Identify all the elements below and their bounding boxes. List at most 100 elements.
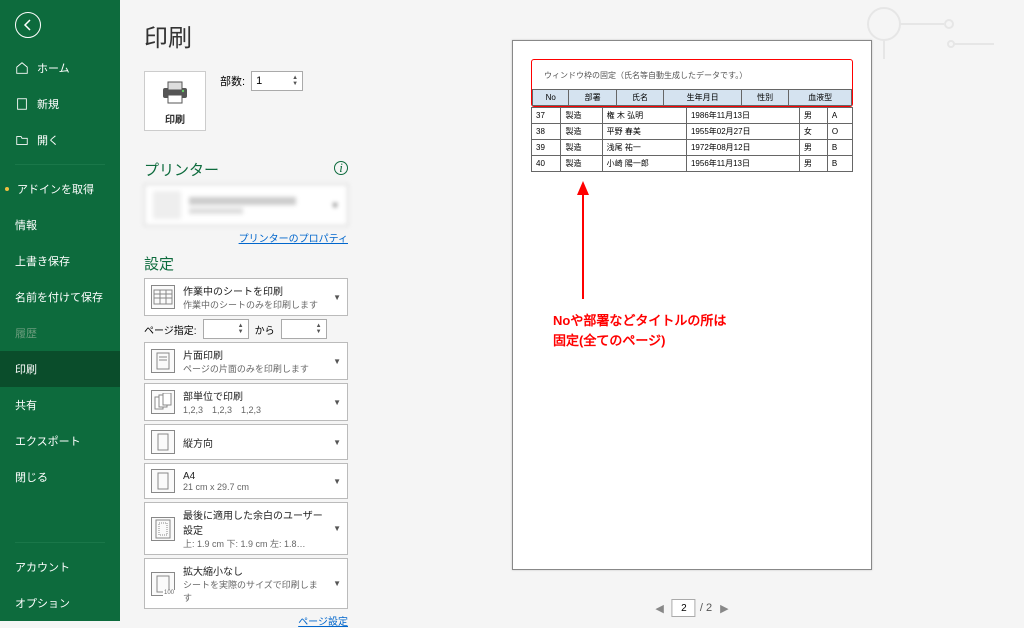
sidebar-item-info[interactable]: 情報 (0, 207, 120, 243)
preview-header-cell: 生年月日 (664, 90, 742, 106)
settings-heading: 設定 (144, 253, 348, 274)
preview-table-body: 37製造権 木 弘明1986年11月13日男A38製造平野 春美1955年02月… (531, 107, 853, 172)
table-cell: A (827, 108, 852, 124)
copies-label: 部数: (220, 73, 245, 89)
sidebar-saveas-label: 名前を付けて保存 (15, 289, 103, 305)
preview-header-cell: No (533, 90, 569, 106)
sidebar-item-options[interactable]: オプション (0, 585, 120, 621)
print-button[interactable]: 印刷 (144, 71, 206, 131)
table-cell: 女 (799, 124, 827, 140)
table-cell: 平野 春美 (602, 124, 686, 140)
sidebar-item-open[interactable]: 開く (0, 122, 120, 158)
margins-icon (151, 517, 175, 541)
table-cell: 37 (532, 108, 561, 124)
sidebar-item-print[interactable]: 印刷 (0, 351, 120, 387)
table-cell: B (827, 140, 852, 156)
margins-title: 最後に適用した余白のユーザー設定 (183, 507, 325, 537)
scaling-selector[interactable]: 100 拡大縮小なし シートを実際のサイズで印刷します ▼ (144, 558, 348, 609)
preview-page: ウィンドウ枠の固定（氏名等自動生成したデータです。） No部署氏名生年月日性別血… (512, 40, 872, 570)
next-page-button[interactable]: ▶ (716, 602, 732, 615)
current-page-input[interactable] (672, 599, 696, 617)
collate-selector[interactable]: 部単位で印刷 1,2,3 1,2,3 1,2,3 ▼ (144, 383, 348, 421)
preview-header-cell: 性別 (741, 90, 788, 106)
copies-value: 1 (256, 75, 292, 87)
paper-icon (151, 469, 175, 493)
sheets-icon (151, 285, 175, 309)
sidebar-info-label: 情報 (15, 217, 37, 233)
table-cell: 製造 (561, 156, 602, 172)
orientation-selector[interactable]: 縦方向 ▼ (144, 424, 348, 460)
table-cell: O (827, 124, 852, 140)
print-what-selector[interactable]: 作業中のシートを印刷 作業中のシートのみを印刷します ▼ (144, 278, 348, 316)
collate-icon (151, 390, 175, 414)
sidebar-item-export[interactable]: エクスポート (0, 423, 120, 459)
print-settings-column: 印刷 印刷 部数: 1 ▲▼ プリンター (120, 0, 360, 621)
sides-title: 片面印刷 (183, 347, 325, 362)
sides-sub: ページの片面のみを印刷します (183, 362, 325, 375)
paper-title: A4 (183, 471, 325, 482)
paper-sub: 21 cm x 29.7 cm (183, 482, 325, 492)
sidebar-item-close[interactable]: 閉じる (0, 459, 120, 495)
table-row: 37製造権 木 弘明1986年11月13日男A (532, 108, 853, 124)
sidebar-item-new[interactable]: 新規 (0, 86, 120, 122)
addin-indicator-icon (5, 187, 9, 191)
sidebar-export-label: エクスポート (15, 433, 81, 449)
paper-size-selector[interactable]: A4 21 cm x 29.7 cm ▼ (144, 463, 348, 499)
folder-open-icon (15, 133, 29, 147)
scaling-title: 拡大縮小なし (183, 563, 325, 578)
annotation-arrow-icon (573, 181, 593, 301)
backstage-sidebar: ホーム 新規 開く アドインを取得 情報 上書き保存 名前を付けて保存 履歴 印… (0, 0, 120, 621)
printer-selector[interactable]: ▼ (144, 184, 348, 226)
table-cell: 男 (799, 108, 827, 124)
table-cell: 小崎 陽一郎 (602, 156, 686, 172)
sidebar-item-addin[interactable]: アドインを取得 (0, 171, 120, 207)
sidebar-account-label: アカウント (15, 559, 70, 575)
table-cell: 男 (799, 140, 827, 156)
table-cell: 40 (532, 156, 561, 172)
sidebar-item-share[interactable]: 共有 (0, 387, 120, 423)
copies-spinner[interactable]: 1 ▲▼ (251, 71, 303, 91)
margins-selector[interactable]: 最後に適用した余白のユーザー設定 上: 1.9 cm 下: 1.9 cm 左: … (144, 502, 348, 555)
sides-selector[interactable]: 片面印刷 ページの片面のみを印刷します ▼ (144, 342, 348, 380)
print-what-title: 作業中のシートを印刷 (183, 283, 325, 298)
back-button[interactable] (0, 0, 120, 50)
page-to-spinner[interactable]: ▲▼ (281, 319, 327, 339)
scaling-sub: シートを実際のサイズで印刷します (183, 578, 325, 604)
table-cell: 1972年08月12日 (686, 140, 799, 156)
info-icon[interactable]: i (334, 161, 348, 175)
table-cell: 男 (799, 156, 827, 172)
page-total-label: / 2 (700, 602, 712, 614)
table-cell: 38 (532, 124, 561, 140)
table-cell: 1956年11月13日 (686, 156, 799, 172)
print-button-label: 印刷 (159, 111, 191, 126)
preview-header-row: No部署氏名生年月日性別血液型 (533, 90, 852, 106)
page-from-spinner[interactable]: ▲▼ (203, 319, 249, 339)
preview-header-cell: 氏名 (616, 90, 663, 106)
sidebar-save-label: 上書き保存 (15, 253, 70, 269)
chevron-down-icon[interactable]: ▼ (292, 81, 298, 87)
table-cell: 浅尾 祐一 (602, 140, 686, 156)
margins-sub: 上: 1.9 cm 下: 1.9 cm 左: 1.8… (183, 537, 325, 550)
print-what-sub: 作業中のシートのみを印刷します (183, 298, 325, 311)
table-cell: 製造 (561, 140, 602, 156)
sidebar-item-saveas[interactable]: 名前を付けて保存 (0, 279, 120, 315)
prev-page-button[interactable]: ◀ (651, 602, 667, 615)
sidebar-new-label: 新規 (37, 96, 59, 112)
sidebar-item-account[interactable]: アカウント (0, 549, 120, 585)
page-from-label: ページ指定: (144, 322, 197, 337)
sidebar-close-label: 閉じる (15, 469, 48, 485)
page-navigation: ◀ / 2 ▶ (651, 599, 732, 617)
sidebar-item-save[interactable]: 上書き保存 (0, 243, 120, 279)
orientation-title: 縦方向 (183, 435, 325, 450)
sidebar-item-home[interactable]: ホーム (0, 50, 120, 86)
page-title: 印刷 (144, 18, 348, 53)
main-content: 印刷 印刷 部数: 1 ▲▼ プリンター (120, 0, 1024, 621)
portrait-icon (151, 430, 175, 454)
preview-doc-title: ウィンドウ枠の固定（氏名等自動生成したデータです。） (532, 60, 852, 89)
sidebar-history-label: 履歴 (15, 325, 37, 341)
collate-title: 部単位で印刷 (183, 388, 325, 403)
preview-table: No部署氏名生年月日性別血液型 (532, 89, 852, 106)
table-cell: 権 木 弘明 (602, 108, 686, 124)
sidebar-options-label: オプション (15, 595, 70, 611)
printer-properties-link[interactable]: プリンターのプロパティ (144, 230, 348, 245)
